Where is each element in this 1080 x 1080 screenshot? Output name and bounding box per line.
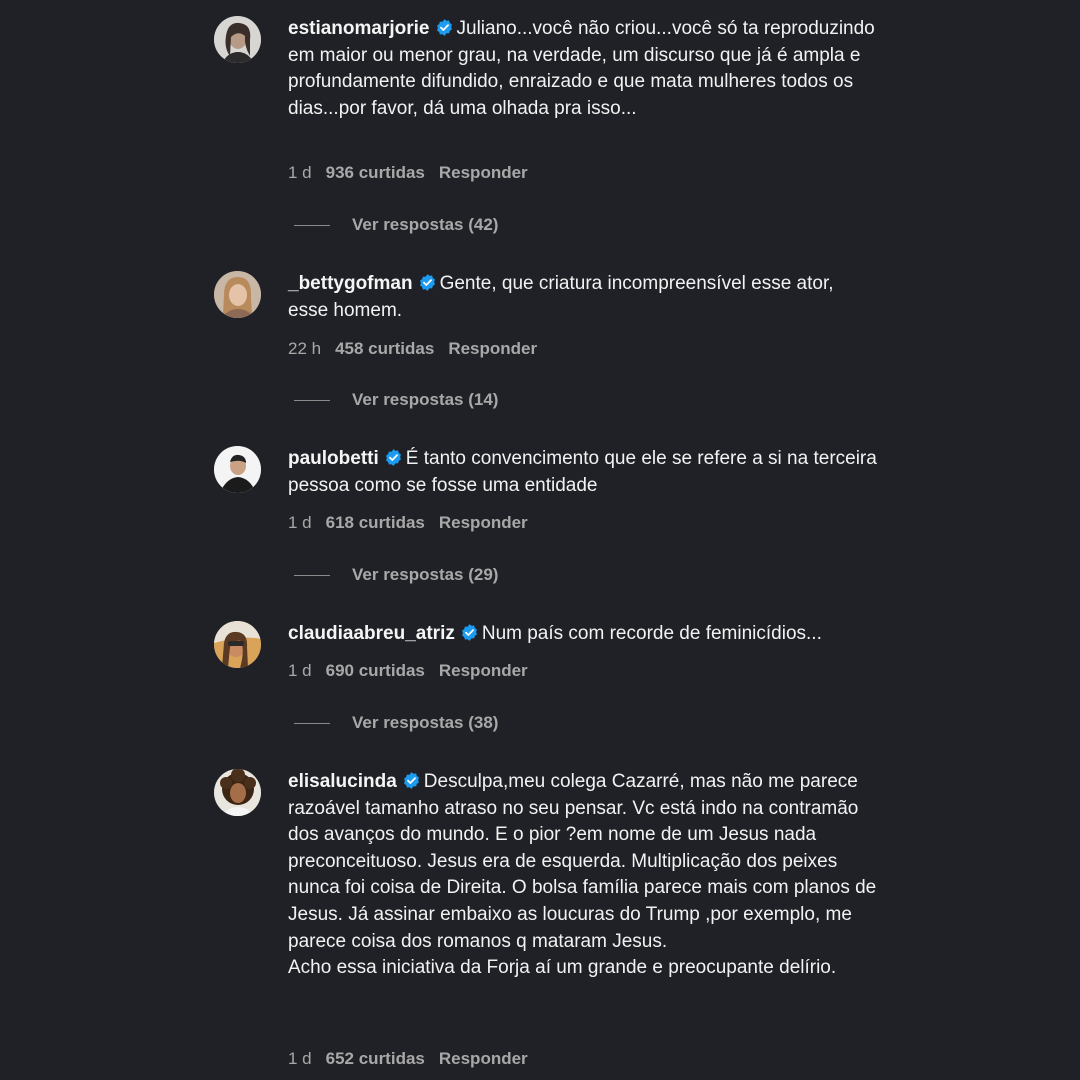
view-replies-button[interactable]: Ver respostas (42) bbox=[294, 215, 498, 235]
avatar[interactable] bbox=[214, 271, 261, 318]
likes-count[interactable]: 652 curtidas bbox=[326, 1049, 425, 1068]
reply-button[interactable]: Responder bbox=[439, 513, 528, 532]
view-replies-button[interactable]: Ver respostas (14) bbox=[294, 390, 498, 410]
comment-time: 1 d bbox=[288, 163, 312, 182]
comment-time: 1 d bbox=[288, 1049, 312, 1068]
likes-count[interactable]: 690 curtidas bbox=[326, 661, 425, 680]
verified-badge-icon bbox=[460, 623, 479, 642]
view-replies-label: Ver respostas (14) bbox=[352, 390, 499, 409]
reply-button[interactable]: Responder bbox=[448, 339, 537, 358]
comment-body: estianomarjorie Juliano...você não criou.… bbox=[288, 16, 878, 122]
username[interactable]: _bettygofman bbox=[288, 273, 413, 294]
avatar[interactable] bbox=[214, 769, 261, 816]
comment-time: 1 d bbox=[288, 661, 312, 680]
avatar[interactable] bbox=[214, 621, 261, 668]
reply-button[interactable]: Responder bbox=[439, 1049, 528, 1068]
comment-meta: 22 h 458 curtidas Responder bbox=[288, 339, 551, 359]
likes-count[interactable]: 458 curtidas bbox=[335, 339, 434, 358]
verified-badge-icon bbox=[418, 273, 437, 292]
replies-divider bbox=[294, 225, 330, 227]
avatar[interactable] bbox=[214, 446, 261, 493]
replies-divider bbox=[294, 575, 330, 577]
username[interactable]: estianomarjorie bbox=[288, 18, 430, 39]
comment-thread: estianomarjorie Juliano...você não criou.… bbox=[0, 0, 1080, 1080]
username[interactable]: claudiaabreu_atriz bbox=[288, 623, 455, 644]
comment-body: claudiaabreu_atriz Num país com recorde d… bbox=[288, 621, 878, 648]
username[interactable]: elisalucinda bbox=[288, 771, 397, 792]
comment-time: 22 h bbox=[288, 339, 322, 358]
replies-divider bbox=[294, 723, 330, 725]
comment-body: elisalucinda Desculpa,meu colega Cazarré,… bbox=[288, 769, 878, 982]
comment-meta: 1 d 936 curtidas Responder bbox=[288, 163, 542, 183]
verified-badge-icon bbox=[435, 18, 454, 37]
comment-meta: 1 d 652 curtidas Responder bbox=[288, 1049, 542, 1069]
verified-badge-icon bbox=[402, 771, 421, 790]
reply-button[interactable]: Responder bbox=[439, 163, 528, 182]
replies-divider bbox=[294, 400, 330, 402]
comment-body: _bettygofman Gente, que criatura incompre… bbox=[288, 271, 878, 324]
likes-count[interactable]: 936 curtidas bbox=[326, 163, 425, 182]
view-replies-button[interactable]: Ver respostas (38) bbox=[294, 713, 498, 733]
verified-badge-icon bbox=[384, 448, 403, 467]
comment-body: paulobetti É tanto convencimento que ele … bbox=[288, 446, 878, 499]
comment-meta: 1 d 690 curtidas Responder bbox=[288, 661, 542, 681]
comment-meta: 1 d 618 curtidas Responder bbox=[288, 513, 542, 533]
reply-button[interactable]: Responder bbox=[439, 661, 528, 680]
avatar[interactable] bbox=[214, 16, 261, 63]
view-replies-label: Ver respostas (29) bbox=[352, 565, 499, 584]
comment-time: 1 d bbox=[288, 513, 312, 532]
view-replies-button[interactable]: Ver respostas (29) bbox=[294, 565, 498, 585]
comment-text: Desculpa,meu colega Cazarré, mas não me … bbox=[288, 771, 877, 979]
likes-count[interactable]: 618 curtidas bbox=[326, 513, 425, 532]
comment-text: Num país com recorde de feminicídios... bbox=[481, 623, 822, 644]
username[interactable]: paulobetti bbox=[288, 448, 379, 469]
view-replies-label: Ver respostas (38) bbox=[352, 713, 499, 732]
view-replies-label: Ver respostas (42) bbox=[352, 215, 499, 234]
